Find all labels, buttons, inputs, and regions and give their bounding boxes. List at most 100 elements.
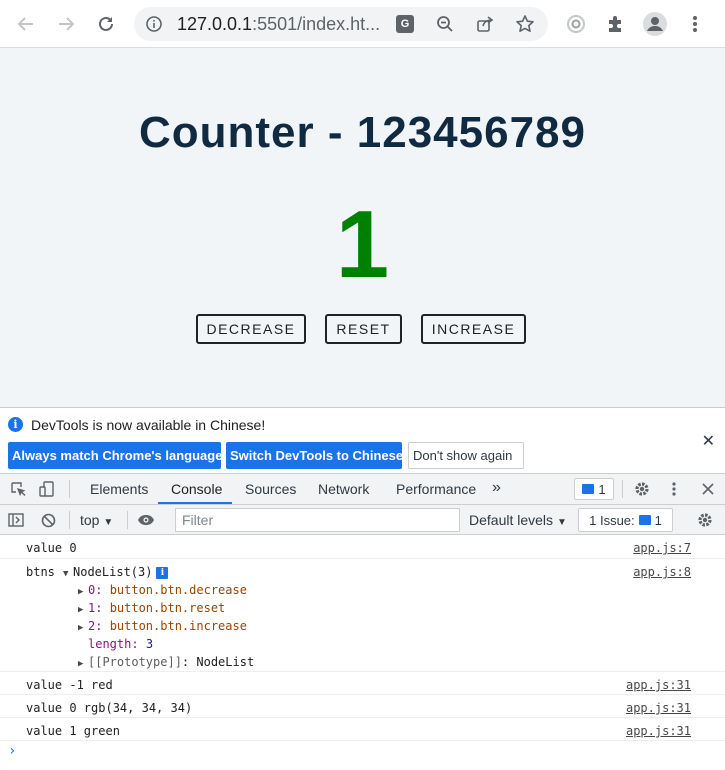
increase-button[interactable]: INCREASE — [421, 314, 526, 344]
length-value: 3 — [145, 637, 154, 651]
forward-arrow-icon[interactable] — [52, 10, 80, 38]
filter-input[interactable]: Filter — [175, 508, 460, 532]
url-path: :5501/index.ht... — [252, 14, 381, 34]
issues-label: 1 Issue: — [589, 512, 635, 528]
console-prompt[interactable]: › — [8, 743, 16, 759]
puzzle-icon[interactable] — [601, 10, 629, 38]
url-text[interactable]: 127.0.0.1:5501/index.ht... — [177, 14, 397, 35]
toolbar-divider — [127, 511, 128, 529]
close-icon[interactable]: ✕ — [702, 431, 715, 451]
inspect-element-icon[interactable] — [9, 480, 27, 498]
prototype-value: NodeList — [196, 655, 255, 669]
console-settings-gear-icon[interactable] — [696, 511, 714, 529]
active-tab-indicator — [158, 502, 232, 504]
browser-toolbar: 127.0.0.1:5501/index.ht... G — [0, 0, 725, 48]
log-entry: value 0 app.js:7 — [0, 535, 725, 559]
message-icon — [582, 484, 595, 494]
expand-triangle-icon: ▼ — [63, 569, 69, 579]
nodelist-item[interactable]: ▶ 1: button.btn.reset — [78, 601, 225, 615]
live-expression-eye-icon[interactable] — [137, 511, 155, 529]
translate-icon[interactable]: G — [396, 15, 414, 33]
info-icon: i — [8, 417, 23, 432]
profile-avatar-icon[interactable] — [641, 10, 669, 38]
share-icon[interactable] — [474, 13, 496, 35]
log-source-link[interactable]: app.js:31 — [626, 724, 691, 738]
length-key: length — [88, 637, 132, 651]
settings-gear-icon[interactable] — [633, 480, 651, 498]
log-message: value 0 — [26, 541, 77, 555]
nodelist-item[interactable]: ▶ 2: button.btn.increase — [78, 619, 247, 633]
clear-console-icon[interactable] — [39, 511, 57, 529]
info-badge-icon: i — [156, 567, 169, 579]
log-source-link[interactable]: app.js:8 — [633, 565, 691, 579]
back-arrow-icon[interactable] — [12, 10, 40, 38]
log-message: value 1 green — [26, 724, 120, 738]
customize-kebab-icon[interactable] — [665, 480, 683, 498]
counter-value: 1 — [335, 191, 390, 298]
decrease-button[interactable]: DECREASE — [196, 314, 306, 344]
log-source-link[interactable]: app.js:31 — [626, 678, 691, 692]
tab-sources[interactable]: Sources — [245, 481, 296, 497]
nodelist-prototype[interactable]: ▶ [[Prototype]]: NodeList — [78, 655, 254, 669]
item-value: button.btn.increase — [109, 619, 247, 633]
log-entry: value 1 green app.js:31 — [0, 718, 725, 741]
zoom-out-icon[interactable] — [434, 13, 456, 35]
site-info-icon[interactable] — [144, 14, 164, 34]
reload-icon[interactable] — [92, 10, 120, 38]
url-host: 127.0.0.1 — [177, 14, 253, 34]
tab-elements[interactable]: Elements — [90, 481, 148, 497]
nodelist-summary[interactable]: ▼ NodeList(3) i — [63, 565, 169, 579]
log-source-link[interactable]: app.js:31 — [626, 701, 691, 715]
dropdown-arrow-icon: ▼ — [103, 517, 114, 528]
dropdown-arrow-icon: ▼ — [556, 517, 567, 528]
item-value: button.btn.decrease — [109, 583, 247, 597]
toolbar-divider — [622, 480, 623, 498]
collapse-triangle-icon: ▶ — [78, 587, 84, 597]
close-devtools-icon[interactable] — [699, 480, 717, 498]
issues-count: 1 — [654, 512, 662, 528]
page-content: Counter - 123456789 1 DECREASE RESET INC… — [0, 48, 725, 407]
tab-console[interactable]: Console — [171, 481, 222, 497]
match-language-button[interactable]: Always match Chrome's language — [8, 442, 222, 469]
issue-icon — [638, 515, 651, 525]
device-toolbar-icon[interactable] — [38, 480, 56, 498]
extension-icon[interactable] — [562, 10, 590, 38]
infobar-message: DevTools is now available in Chinese! — [31, 417, 266, 433]
collapse-triangle-icon: ▶ — [78, 605, 84, 615]
context-label: top — [80, 512, 100, 528]
console-toolbar: top ▼ Filter Default levels ▼ 1 Issue: 1 — [0, 505, 725, 535]
messages-badge[interactable]: 1 — [574, 478, 614, 500]
toolbar-divider — [69, 511, 70, 529]
log-levels-select[interactable]: Default levels ▼ — [469, 512, 567, 528]
collapse-triangle-icon: ▶ — [78, 623, 84, 633]
context-select[interactable]: top ▼ — [80, 512, 113, 528]
devtools-tab-bar: Elements Console Sources Network Perform… — [0, 474, 725, 505]
nodelist-length: length: 3 — [88, 637, 154, 651]
nodelist-item[interactable]: ▶ 0: button.btn.decrease — [78, 583, 247, 597]
reset-button[interactable]: RESET — [325, 314, 402, 344]
tab-network[interactable]: Network — [318, 481, 369, 497]
nodelist-label: NodeList(3) — [73, 565, 153, 579]
sidebar-toggle-icon[interactable] — [7, 511, 25, 529]
page-title: Counter - 123456789 — [139, 108, 586, 157]
more-tabs-icon[interactable]: » — [492, 479, 501, 497]
item-value: button.btn.reset — [109, 601, 226, 615]
switch-chinese-button[interactable]: Switch DevTools to Chinese — [226, 442, 403, 469]
log-entry: value -1 red app.js:31 — [0, 672, 725, 695]
log-entry: value 0 rgb(34, 34, 34) app.js:31 — [0, 695, 725, 718]
log-entry: btns app.js:8 ▼ NodeList(3) i ▶ 0: button.b… — [0, 559, 725, 672]
log-message: btns — [26, 565, 55, 579]
prototype-key: [[Prototype]] — [88, 655, 182, 669]
dont-show-again-button[interactable]: Don't show again — [408, 442, 524, 469]
message-count: 1 — [598, 481, 606, 497]
log-source-link[interactable]: app.js:7 — [633, 541, 691, 555]
tab-performance[interactable]: Performance — [396, 481, 476, 497]
bookmark-star-icon[interactable] — [514, 13, 536, 35]
address-bar[interactable]: 127.0.0.1:5501/index.ht... G — [134, 7, 548, 41]
log-message: value 0 rgb(34, 34, 34) — [26, 701, 193, 715]
log-levels-label: Default levels — [469, 512, 554, 528]
menu-kebab-icon[interactable] — [681, 10, 709, 38]
devtools-language-infobar: i DevTools is now available in Chinese! … — [0, 407, 725, 474]
collapse-triangle-icon: ▶ — [78, 659, 84, 669]
issues-button[interactable]: 1 Issue: 1 — [578, 508, 673, 532]
